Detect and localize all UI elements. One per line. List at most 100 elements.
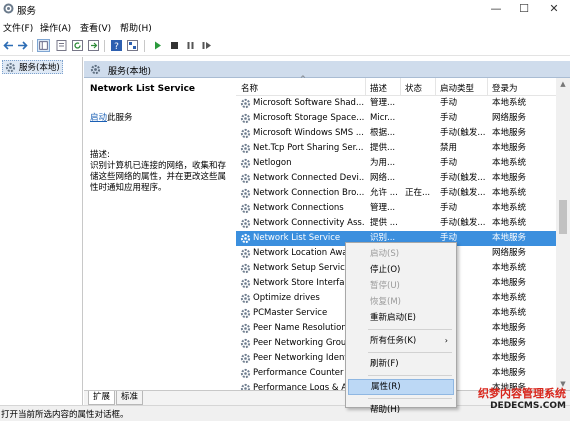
start-service-link[interactable]: 启动 (90, 113, 107, 123)
export-icon[interactable] (87, 39, 100, 52)
service-logon-cell: 本地系统 (492, 263, 527, 273)
service-logon-cell: 网络服务 (492, 113, 527, 123)
context-menu-item[interactable]: 所有任务(K) › (348, 333, 454, 349)
service-logon-cell: 本地系统 (492, 188, 527, 198)
service-gear-icon (240, 98, 251, 109)
service-name-cell: Network Connectivity Ass... (253, 218, 365, 228)
column-description[interactable]: 描述 (370, 82, 387, 94)
service-description-cell: 提供 ... (370, 218, 398, 228)
watermark: 织梦内容管理系统 DEDECMS.COM (460, 385, 568, 417)
column-startup-type[interactable]: 启动类型 (440, 82, 474, 94)
maximize-button[interactable]: ☐ (510, 0, 538, 18)
restart-icon[interactable] (200, 39, 213, 52)
column-divider[interactable] (435, 78, 436, 96)
tab-extended[interactable]: 扩展 (88, 391, 116, 405)
menu-file[interactable]: 文件(F) (3, 21, 33, 34)
service-logon-cell: 本地服务 (492, 323, 527, 333)
forward-icon[interactable] (16, 39, 29, 52)
properties-icon[interactable] (55, 39, 68, 52)
column-logon-as[interactable]: 登录为 (492, 82, 518, 94)
service-gear-icon (240, 308, 251, 319)
scrollbar-thumb[interactable] (559, 200, 567, 234)
console-tree-icon[interactable] (37, 39, 50, 52)
service-gear-icon (240, 113, 251, 124)
context-menu-item[interactable]: 帮助(H) (348, 402, 454, 418)
service-gear-icon (240, 218, 251, 229)
context-menu-separator (368, 375, 452, 376)
service-row[interactable]: Network Connectivity Ass... 提供 ... 手动(触发..… (236, 216, 556, 231)
start-icon[interactable] (151, 39, 164, 52)
menu-view[interactable]: 查看(V) (80, 21, 111, 34)
service-name-cell: Microsoft Software Shad... (253, 98, 365, 108)
menu-bar: 文件(F) 操作(A) 查看(V) 帮助(H) (0, 19, 570, 35)
service-startup-cell: 手动 (440, 98, 458, 108)
context-menu-item[interactable]: 启动(S) (348, 246, 454, 262)
service-gear-icon (240, 248, 251, 259)
refresh-icon[interactable] (71, 39, 84, 52)
minimize-button[interactable]: — (482, 0, 510, 18)
context-menu-item-label: 重新启动(E) (370, 313, 417, 323)
context-menu-item[interactable]: 暂停(U) (348, 278, 454, 294)
description-panel: Network List Service 启动此服务 描述: 识别计算机已连接的… (84, 78, 234, 390)
toolbar-separator (144, 40, 145, 52)
stop-icon[interactable] (168, 39, 181, 52)
context-menu-item[interactable]: 刷新(F) (348, 356, 454, 372)
scroll-up-icon[interactable]: ▲ (556, 78, 570, 90)
service-startup-cell: 手动(触发... (440, 128, 486, 138)
context-menu-separator (368, 329, 452, 330)
service-status-cell: 正在... (405, 188, 431, 198)
context-menu-item[interactable]: 重新启动(E) (348, 310, 454, 326)
service-row[interactable]: Network Connection Bro... 允许 ... 正在... 手动(触… (236, 186, 556, 201)
console-tree: 服务(本地) (0, 57, 83, 405)
service-gear-icon (240, 293, 251, 304)
service-gear-icon (240, 323, 251, 334)
service-row[interactable]: Microsoft Windows SMS ... 根据... 手动(触发... 本地… (236, 126, 556, 141)
back-icon[interactable] (2, 39, 15, 52)
service-gear-icon (240, 338, 251, 349)
service-startup-cell: 手动(触发... (440, 218, 486, 228)
service-gear-icon (240, 278, 251, 289)
service-startup-cell: 手动 (440, 113, 458, 123)
column-divider[interactable] (487, 78, 488, 96)
context-menu-item[interactable]: 恢复(M) (348, 294, 454, 310)
start-service-suffix: 此服务 (107, 113, 133, 123)
column-divider[interactable] (400, 78, 401, 96)
service-logon-cell: 本地系统 (492, 203, 527, 213)
toolbar-separator (32, 40, 33, 52)
watermark-title: 织梦内容管理系统 (478, 387, 566, 400)
service-logon-cell: 本地系统 (492, 158, 527, 168)
services-app-icon (3, 3, 14, 14)
context-menu-item[interactable]: 停止(O) (348, 262, 454, 278)
pause-icon[interactable] (184, 39, 197, 52)
context-menu-item-label: 刷新(F) (370, 359, 399, 369)
service-row[interactable]: Microsoft Software Shad... 管理... 手动 本地系统 (236, 96, 556, 111)
view-icon[interactable] (126, 39, 139, 52)
column-name[interactable]: 名称 (241, 82, 258, 94)
service-row[interactable]: Netlogon 为用... 手动 本地系统 (236, 156, 556, 171)
description-text: 识别计算机已连接的网络，收集和存储这些网络的属性，并在更改这些属性时通知应用程序… (90, 161, 227, 193)
service-row[interactable]: Microsoft Storage Space... Micr... 手动 网络服务 (236, 111, 556, 126)
service-logon-cell: 本地系统 (492, 98, 527, 108)
service-row[interactable]: Net.Tcp Port Sharing Ser... 提供... 禁用 本地服务 (236, 141, 556, 156)
service-name-cell: Network Connected Devi... (253, 173, 365, 183)
close-icon: ✕ (549, 2, 559, 15)
vertical-scrollbar[interactable]: ▲ ▼ (556, 78, 570, 390)
service-row[interactable]: Network Connected Devi... 网络... 手动(触发... 本地… (236, 171, 556, 186)
menu-action[interactable]: 操作(A) (40, 21, 71, 34)
service-row[interactable]: Network Connections 管理... 手动 本地系统 (236, 201, 556, 216)
help-icon[interactable]: ? (110, 39, 123, 52)
column-divider[interactable] (365, 78, 366, 96)
context-menu: 启动(S) 停止(O) 暂停(U) 恢复(M) 重新启动(E) 所有任务(K) › 刷新(F)… (345, 242, 457, 415)
title-bar: 服务 — ☐ ✕ (0, 0, 570, 18)
menu-help[interactable]: 帮助(H) (120, 21, 152, 34)
service-logon-cell: 本地服务 (492, 368, 527, 378)
column-status[interactable]: 状态 (405, 82, 422, 94)
service-logon-cell: 本地服务 (492, 143, 527, 153)
context-menu-item-label: 启动(S) (370, 249, 400, 259)
tree-node-services-local[interactable]: 服务(本地) (2, 60, 63, 74)
context-menu-item[interactable]: 属性(R) (348, 379, 454, 395)
tab-standard[interactable]: 标准 (116, 391, 144, 405)
watermark-url: DEDECMS.COM (490, 401, 566, 411)
toolbar-separator (104, 40, 105, 52)
close-button[interactable]: ✕ (540, 0, 568, 18)
